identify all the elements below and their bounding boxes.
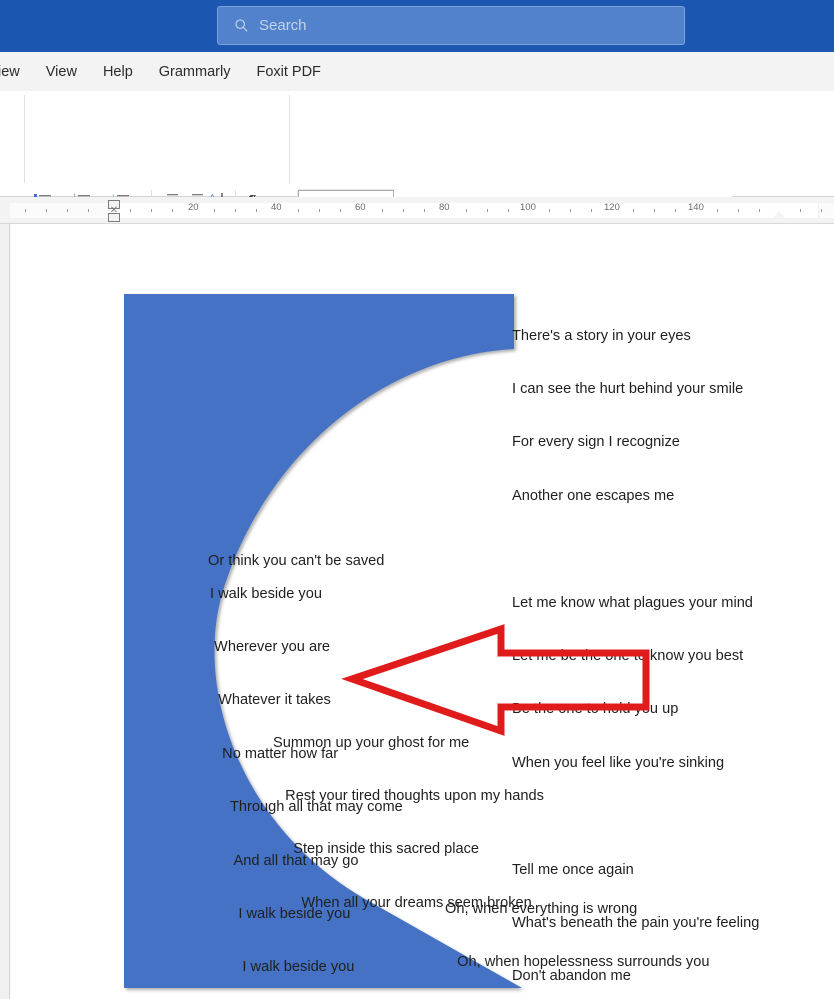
- ruler-number-80: 80: [439, 202, 450, 213]
- search-icon: [234, 18, 249, 33]
- tab-view[interactable]: View: [33, 60, 90, 84]
- left-gutter: [0, 224, 10, 999]
- ribbon-tab-strip: iew View Help Grammarly Foxit PDF: [0, 52, 834, 91]
- search-placeholder: Search: [259, 17, 307, 34]
- lyric-block-oh-when[interactable]: Oh, when everything is wrong Oh, when ho…: [445, 865, 709, 999]
- ruler[interactable]: 20 40 60 80 100 120 140 ✕: [0, 197, 834, 224]
- lyric-line: There's a story in your eyes: [512, 327, 691, 344]
- lyric-line: I walk beside you: [210, 585, 322, 602]
- right-indent-marker[interactable]: [773, 211, 785, 218]
- lyric-blank-line: [512, 541, 759, 559]
- lyric-line: Let me know what plagues your mind: [512, 594, 753, 611]
- lyric-line: Oh, when everything is wrong: [445, 900, 638, 917]
- ruler-number-60: 60: [355, 202, 366, 213]
- lyric-line: Oh, when hopelessness surrounds you: [445, 953, 710, 970]
- document-page[interactable]: There's a story in your eyes I can see t…: [11, 224, 834, 999]
- ribbon: ⌄: [0, 91, 834, 286]
- word-window: Search iew View Help Grammarly Foxit PDF…: [0, 0, 834, 999]
- lyric-line: For every sign I recognize: [512, 434, 680, 451]
- red-arrow-annotation[interactable]: [341, 619, 656, 736]
- lyric-line: Step inside this sacred place: [273, 841, 480, 858]
- left-indent-marker[interactable]: [108, 213, 120, 222]
- ruler-number-40: 40: [271, 202, 282, 213]
- lyric-line: Rest your tired thoughts upon my hands: [273, 787, 544, 804]
- document-canvas[interactable]: There's a story in your eyes I can see t…: [0, 224, 834, 999]
- lyric-line: Summon up your ghost for me: [273, 734, 470, 751]
- tab-grammarly[interactable]: Grammarly: [146, 60, 244, 84]
- tab-help[interactable]: Help: [90, 60, 146, 84]
- search-input[interactable]: Search: [217, 6, 685, 45]
- lyric-line: I can see the hurt behind your smile: [512, 380, 744, 397]
- title-bar: Search: [0, 0, 834, 52]
- tab-foxit-pdf[interactable]: Foxit PDF: [243, 60, 333, 84]
- ruler-number-100: 100: [520, 202, 536, 213]
- ruler-number-140: 140: [688, 202, 704, 213]
- ruler-number-20: 20: [188, 202, 199, 213]
- tab-review[interactable]: iew: [0, 60, 33, 84]
- ruler-number-120: 120: [604, 202, 620, 213]
- lyric-line: Another one escapes me: [512, 487, 675, 504]
